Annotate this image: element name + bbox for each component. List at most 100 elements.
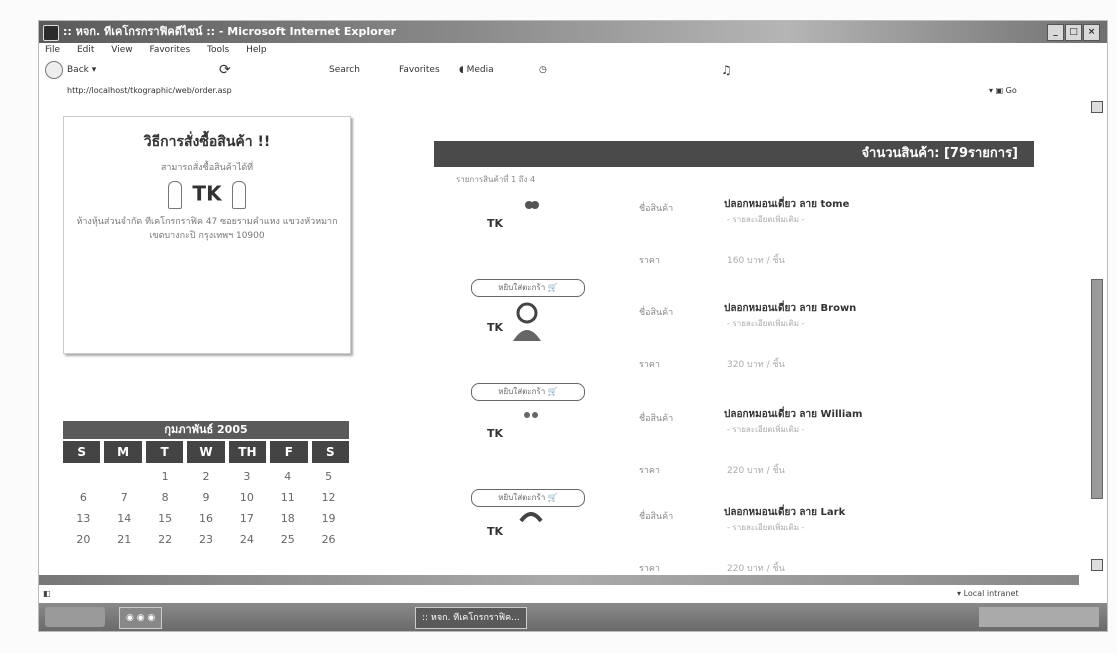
product-price: 220 บาท / ชิ้น [727, 466, 785, 476]
status-bar: ◧ ▾ Local intranet [39, 587, 1107, 601]
calendar-day[interactable]: 3 [226, 466, 267, 487]
start-button[interactable] [45, 607, 105, 627]
taskbar: ◉ ◉ ◉ :: หจก. ทีเคโกรกราฟิค... [39, 603, 1107, 631]
product-item: TK ชื่อสินค้า ปลอกหมอนเดี่ยว ลาย tome - … [459, 197, 959, 297]
calendar-day[interactable]: 8 [145, 487, 186, 508]
calendar-day[interactable]: 4 [267, 466, 308, 487]
product-name[interactable]: ปลอกหมอนเดี่ยว ลาย William [724, 407, 862, 422]
minimize-button[interactable]: _ [1047, 24, 1064, 41]
back-button[interactable]: Back ▾ [45, 57, 96, 83]
quick-launch[interactable]: ◉ ◉ ◉ [119, 607, 163, 629]
product-price: 320 บาท / ชิ้น [727, 360, 785, 370]
product-price-label: ราคา [639, 466, 660, 476]
go-button[interactable]: ▾ ▣ Go [989, 83, 1017, 99]
add-to-cart-label: หยิบใส่ตะกร้า [498, 387, 546, 396]
calendar-day[interactable]: 19 [308, 508, 349, 529]
favorites-button[interactable]: Favorites [399, 57, 440, 83]
menu-favorites[interactable]: Favorites [149, 45, 190, 55]
menu-help[interactable]: Help [246, 45, 267, 55]
calendar-day[interactable]: 21 [104, 529, 145, 550]
menu-file[interactable]: File [45, 45, 60, 55]
calendar-day[interactable]: 17 [226, 508, 267, 529]
calendar-day[interactable]: 7 [104, 487, 145, 508]
add-to-cart-button[interactable]: หยิบใส่ตะกร้า 🛒 [471, 383, 585, 401]
weekday-sat: S [311, 441, 349, 463]
calendar-day[interactable]: 2 [186, 466, 227, 487]
calendar-day[interactable]: 15 [145, 508, 186, 529]
calendar-day[interactable]: 6 [63, 487, 104, 508]
add-to-cart-button[interactable]: หยิบใส่ตะกร้า 🛒 [471, 279, 585, 297]
weekday-mon: M [104, 441, 142, 463]
vertical-scrollbar[interactable] [1091, 101, 1103, 571]
products-pager: รายการสินค้าที่ 1 ถึง 4 [456, 175, 536, 184]
products-header: จำนวนสินค้า: [79รายการ] [434, 141, 1034, 167]
calendar-day[interactable]: 11 [267, 487, 308, 508]
product-price-label: ราคา [639, 256, 660, 266]
product-name[interactable]: ปลอกหมอนเดี่ยว ลาย Lark [724, 505, 845, 520]
product-price: 160 บาท / ชิ้น [727, 256, 785, 266]
calendar-day[interactable]: 18 [267, 508, 308, 529]
product-item: TK ชื่อสินค้า ปลอกหมอนเดี่ยว ลาย Brown -… [459, 301, 959, 401]
address-input[interactable]: http://localhost/tkographic/web/order.as… [67, 83, 232, 99]
menu-tools[interactable]: Tools [207, 45, 229, 55]
calendar-day[interactable]: 14 [104, 508, 145, 529]
product-image[interactable] [507, 505, 545, 545]
calendar-day[interactable]: 10 [226, 487, 267, 508]
product-image[interactable] [507, 301, 545, 341]
back-label: Back [67, 65, 89, 75]
calendar-day[interactable]: 16 [186, 508, 227, 529]
search-button[interactable]: Search [329, 57, 360, 83]
calendar-day[interactable]: 9 [186, 487, 227, 508]
calendar-day[interactable]: 24 [226, 529, 267, 550]
media-button[interactable]: ◖ Media [459, 57, 494, 83]
go-label: Go [1005, 86, 1017, 95]
calendar-day[interactable]: 22 [145, 529, 186, 550]
figure-left-icon [168, 181, 183, 209]
cart-icon: 🛒 [547, 493, 558, 502]
scroll-up-button[interactable] [1091, 101, 1103, 113]
product-image[interactable] [507, 197, 545, 237]
product-detail-link[interactable]: - รายละเอียดเพิ่มเติม - [727, 521, 804, 534]
calendar-day[interactable]: 26 [308, 529, 349, 550]
calendar-day [104, 466, 145, 487]
intranet-icon: ▾ [957, 589, 962, 598]
toolbar: Back ▾ ⟳ Search Favorites ◖ Media ◷ ♫ [39, 57, 1107, 83]
product-detail-link[interactable]: - รายละเอียดเพิ่มเติม - [727, 317, 804, 330]
scroll-thumb[interactable] [1091, 279, 1103, 499]
menu-edit[interactable]: Edit [77, 45, 94, 55]
maximize-button[interactable]: □ [1065, 24, 1082, 41]
calendar-day[interactable]: 13 [63, 508, 104, 529]
calendar: กุมภาพันธ์ 2005 S M T W TH F S 123456789… [63, 421, 349, 550]
product-name-label: ชื่อสินค้า [639, 308, 674, 318]
calendar-day[interactable]: 23 [186, 529, 227, 550]
calendar-day[interactable]: 5 [308, 466, 349, 487]
close-button[interactable]: × [1083, 24, 1100, 41]
calendar-day [63, 466, 104, 487]
product-price-label: ราคา [639, 564, 660, 574]
product-name[interactable]: ปลอกหมอนเดี่ยว ลาย tome [724, 197, 849, 212]
title-bar[interactable]: :: หจก. ทีเคโกรกราฟิคดีไซน์ :: - Microso… [39, 21, 1107, 43]
add-to-cart-label: หยิบใส่ตะกร้า [498, 493, 546, 502]
calendar-day[interactable]: 25 [267, 529, 308, 550]
how-to-order-title: วิธีการสั่งซื้อสินค้า !! [143, 134, 271, 150]
calendar-day[interactable]: 12 [308, 487, 349, 508]
refresh-icon[interactable]: ⟳ [219, 57, 231, 83]
history-icon[interactable]: ◷ [539, 57, 547, 83]
calendar-day[interactable]: 20 [63, 529, 104, 550]
taskbar-window-button[interactable]: :: หจก. ทีเคโกรกราฟิค... [415, 607, 527, 629]
scroll-down-button[interactable] [1091, 559, 1103, 571]
menu-view[interactable]: View [111, 45, 132, 55]
product-detail-link[interactable]: - รายละเอียดเพิ่มเติม - [727, 213, 804, 226]
back-arrow-icon [45, 60, 63, 79]
page-content: วิธีการสั่งซื้อสินค้า !! สามารถสั่งซื้อส… [39, 101, 1079, 574]
product-price-label: ราคา [639, 360, 660, 370]
screen: :: หจก. ทีเคโกรกราฟิคดีไซน์ :: - Microso… [0, 0, 1117, 653]
calendar-day[interactable]: 1 [145, 466, 186, 487]
logo-text: TK [192, 181, 222, 206]
horizontal-scrollbar[interactable] [39, 575, 1079, 585]
product-detail-link[interactable]: - รายละเอียดเพิ่มเติม - [727, 423, 804, 436]
messenger-icon[interactable]: ♫ [721, 57, 732, 83]
address-bar: http://localhost/tkographic/web/order.as… [39, 83, 1107, 99]
product-name[interactable]: ปลอกหมอนเดี่ยว ลาย Brown [724, 301, 856, 316]
product-image[interactable] [507, 407, 545, 447]
